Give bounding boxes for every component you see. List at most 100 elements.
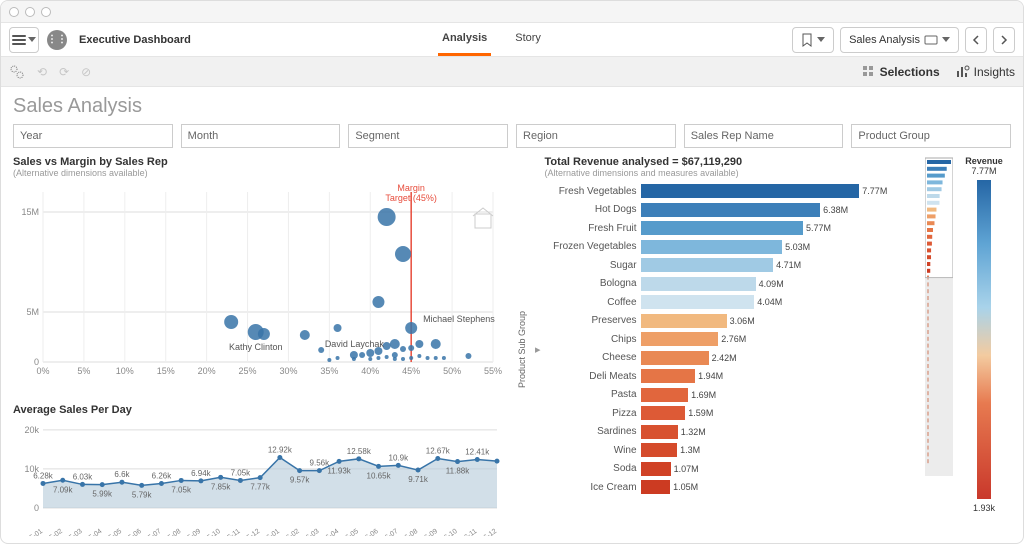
bar-value: 1.59M <box>688 408 713 418</box>
svg-text:12.58k: 12.58k <box>347 447 372 456</box>
svg-text:20k: 20k <box>24 425 39 435</box>
window-dot[interactable] <box>41 7 51 17</box>
bar-row[interactable]: Cheese 2.42M <box>545 349 921 368</box>
scatter-chart[interactable]: 05M15M0%5%10%15%20%25%30%35%40%45%50%55%… <box>13 182 507 402</box>
svg-text:7.77k: 7.77k <box>250 483 271 492</box>
minimap[interactable] <box>925 156 953 543</box>
filter-sales-rep-name[interactable]: Sales Rep Name <box>684 124 844 148</box>
bar-value: 6.38M <box>823 205 848 215</box>
filter-year[interactable]: Year <box>13 124 173 148</box>
tab-story[interactable]: Story <box>511 23 545 56</box>
menu-button[interactable] <box>9 27 39 53</box>
smart-search-button[interactable] <box>9 64 25 80</box>
svg-text:15-07: 15-07 <box>144 528 163 536</box>
filter-region[interactable]: Region <box>516 124 676 148</box>
svg-text:15-12: 15-12 <box>243 528 262 536</box>
bar-value: 4.71M <box>776 260 801 270</box>
bar-row[interactable]: Pasta 1.69M <box>545 386 921 405</box>
bar-label: Preserves <box>545 315 641 326</box>
svg-text:20%: 20% <box>198 366 216 376</box>
bookmark-button[interactable] <box>792 27 834 53</box>
bar-value: 2.76M <box>721 334 746 344</box>
bar-label: Fresh Fruit <box>545 223 641 234</box>
window-dot[interactable] <box>25 7 35 17</box>
bar-label: Bologna <box>545 278 641 289</box>
chevron-down-icon <box>28 37 36 42</box>
clear-button[interactable]: ⊘ <box>81 65 91 79</box>
svg-text:6.94k: 6.94k <box>191 469 212 478</box>
svg-text:0%: 0% <box>36 366 49 376</box>
svg-text:Target (45%): Target (45%) <box>385 193 437 203</box>
line-chart[interactable]: 010k20k6.28k7.09k6.03k5.99k6.6k5.79k6.26… <box>13 416 507 536</box>
filter-product-group[interactable]: Product Group <box>851 124 1011 148</box>
svg-text:6.03k: 6.03k <box>73 472 94 481</box>
svg-text:7.09k: 7.09k <box>53 485 74 494</box>
bar-label: Sardines <box>545 426 641 437</box>
step-back-button[interactable]: ⟲ <box>37 65 47 79</box>
svg-text:12.67k: 12.67k <box>426 446 451 455</box>
bar-value: 1.05M <box>673 482 698 492</box>
selections-toolbar: ⟲ ⟳ ⊘ Selections Insights <box>1 57 1023 87</box>
svg-text:15-02: 15-02 <box>45 528 64 536</box>
tab-analysis[interactable]: Analysis <box>438 23 491 56</box>
svg-text:7.05k: 7.05k <box>231 468 252 477</box>
bar-row[interactable]: Fresh Fruit 5.77M <box>545 219 921 238</box>
bar-label: Cheese <box>545 352 641 363</box>
svg-text:16-09: 16-09 <box>420 528 439 536</box>
svg-text:16-11: 16-11 <box>460 528 478 536</box>
window-dot[interactable] <box>9 7 19 17</box>
svg-text:16-02: 16-02 <box>282 528 301 536</box>
svg-text:15-01: 15-01 <box>25 528 44 536</box>
chevron-left-icon <box>972 35 980 45</box>
svg-text:6.26k: 6.26k <box>152 472 173 481</box>
svg-text:15M: 15M <box>21 207 39 217</box>
bar-row[interactable]: Sugar 4.71M <box>545 256 921 275</box>
bar-chart[interactable]: Fresh Vegetables 7.77MHot Dogs 6.38MFres… <box>545 182 921 543</box>
bar-row[interactable]: Wine 1.3M <box>545 441 921 460</box>
bar-row[interactable]: Fresh Vegetables 7.77M <box>545 182 921 201</box>
svg-text:16-08: 16-08 <box>401 528 420 536</box>
bookmark-icon <box>801 33 813 47</box>
svg-text:55%: 55% <box>484 366 502 376</box>
svg-text:10.9k: 10.9k <box>389 453 410 462</box>
bar-row[interactable]: Hot Dogs 6.38M <box>545 201 921 220</box>
svg-text:9.71k: 9.71k <box>408 475 429 484</box>
bar-label: Wine <box>545 445 641 456</box>
bar-label: Frozen Vegetables <box>545 241 641 252</box>
bar-label: Soda <box>545 463 641 474</box>
sheet-selector[interactable]: Sales Analysis <box>840 27 959 53</box>
svg-text:12.92k: 12.92k <box>268 445 293 454</box>
bar-row[interactable]: Soda 1.07M <box>545 460 921 479</box>
bar-row[interactable]: Deli Meats 1.94M <box>545 367 921 386</box>
bar-row[interactable]: Coffee 4.04M <box>545 293 921 312</box>
svg-text:5.99k: 5.99k <box>92 490 113 499</box>
svg-text:6.28k: 6.28k <box>33 471 54 480</box>
bar-row[interactable]: Frozen Vegetables 5.03M <box>545 238 921 257</box>
bar-row[interactable]: Sardines 1.32M <box>545 423 921 442</box>
bar-row[interactable]: Preserves 3.06M <box>545 312 921 331</box>
insights-tool[interactable]: Insights <box>956 65 1015 79</box>
bar-label: Sugar <box>545 260 641 271</box>
expand-icon[interactable]: ▸ <box>535 343 541 356</box>
step-forward-button[interactable]: ⟳ <box>59 65 69 79</box>
bar-row[interactable]: Bologna 4.09M <box>545 275 921 294</box>
bar-row[interactable]: Ice Cream 1.05M <box>545 478 921 497</box>
svg-text:15-05: 15-05 <box>104 528 123 536</box>
svg-text:16-10: 16-10 <box>440 528 459 536</box>
bar-row[interactable]: Pizza 1.59M <box>545 404 921 423</box>
svg-text:40%: 40% <box>361 366 379 376</box>
legend-min: 1.93k <box>973 503 995 513</box>
svg-text:7.05k: 7.05k <box>171 485 192 494</box>
filter-month[interactable]: Month <box>181 124 341 148</box>
svg-text:5%: 5% <box>77 366 90 376</box>
bar-row[interactable]: Chips 2.76M <box>545 330 921 349</box>
grid-icon <box>862 65 876 79</box>
next-sheet-button[interactable] <box>993 27 1015 53</box>
selections-tool[interactable]: Selections <box>862 65 940 79</box>
bar-value: 5.77M <box>806 223 831 233</box>
bar-label: Chips <box>545 334 641 345</box>
window-titlebar <box>1 1 1023 23</box>
prev-sheet-button[interactable] <box>965 27 987 53</box>
filter-segment[interactable]: Segment <box>348 124 508 148</box>
sheet-icon <box>924 35 938 45</box>
